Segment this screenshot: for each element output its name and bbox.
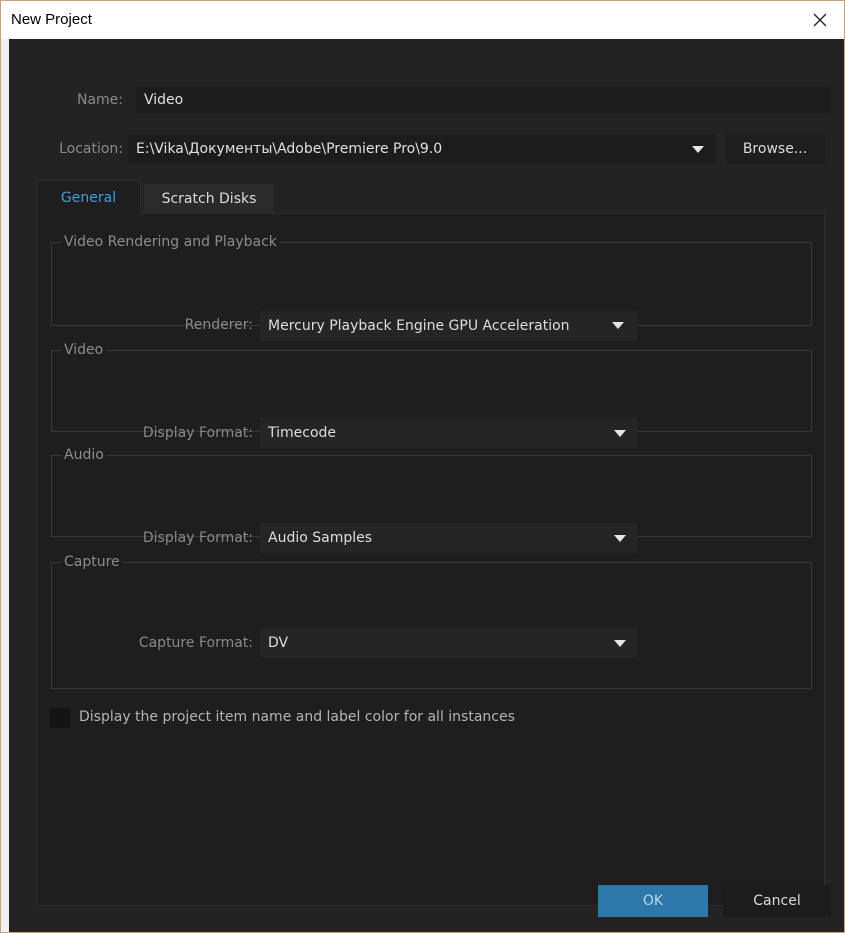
audio-display-format-dropdown[interactable]: Audio Samples: [260, 523, 637, 553]
renderer-label: Renderer:: [184, 317, 253, 333]
general-tab-panel: Video Rendering and Playback Renderer: M…: [36, 213, 825, 906]
chevron-down-icon: [612, 322, 624, 329]
name-input[interactable]: Video: [136, 86, 831, 114]
chevron-down-icon: [614, 535, 626, 542]
close-icon: [813, 13, 827, 27]
chevron-down-icon: [692, 146, 704, 153]
video-display-format-dropdown[interactable]: Timecode: [260, 418, 637, 448]
tab-scratch-disks[interactable]: Scratch Disks: [144, 184, 274, 213]
browse-button[interactable]: Browse...: [725, 134, 825, 164]
video-group-title: Video: [64, 342, 104, 358]
capture-format-label: Capture Format:: [138, 635, 253, 651]
location-value: E:\Vika\Документы\Adobe\Premiere Pro\9.0: [136, 141, 443, 157]
new-project-dialog: New Project Name: Video Location: E:\Vik…: [0, 0, 845, 933]
renderer-dropdown[interactable]: Mercury Playback Engine GPU Acceleration: [260, 311, 637, 341]
name-value: Video: [144, 92, 184, 108]
ok-button[interactable]: OK: [598, 885, 708, 917]
video-display-format-value: Timecode: [268, 425, 337, 441]
cancel-button[interactable]: Cancel: [723, 885, 831, 917]
close-button[interactable]: [798, 1, 842, 39]
name-label: Name:: [76, 92, 123, 108]
location-label: Location:: [59, 141, 123, 157]
capture-group-title: Capture: [64, 554, 120, 570]
dialog-body: Name: Video Location: E:\Vika\Документы\…: [9, 39, 844, 932]
display-name-checkbox[interactable]: [50, 708, 70, 728]
video-rendering-title: Video Rendering and Playback: [64, 234, 277, 250]
audio-group-title: Audio: [64, 447, 104, 463]
window-title: New Project: [11, 11, 92, 28]
capture-format-value: DV: [268, 635, 289, 651]
location-dropdown[interactable]: E:\Vika\Документы\Adobe\Premiere Pro\9.0: [128, 134, 716, 164]
renderer-value: Mercury Playback Engine GPU Acceleration: [268, 318, 570, 334]
display-name-checkbox-label: Display the project item name and label …: [79, 709, 515, 725]
video-display-format-label: Display Format:: [142, 425, 253, 441]
audio-display-format-label: Display Format:: [142, 530, 253, 546]
chevron-down-icon: [614, 640, 626, 647]
tab-general[interactable]: General: [36, 180, 141, 214]
capture-group: Capture: [51, 554, 812, 689]
capture-format-dropdown[interactable]: DV: [260, 628, 637, 658]
chevron-down-icon: [614, 430, 626, 437]
title-bar: New Project: [1, 1, 844, 39]
audio-display-format-value: Audio Samples: [268, 530, 373, 546]
